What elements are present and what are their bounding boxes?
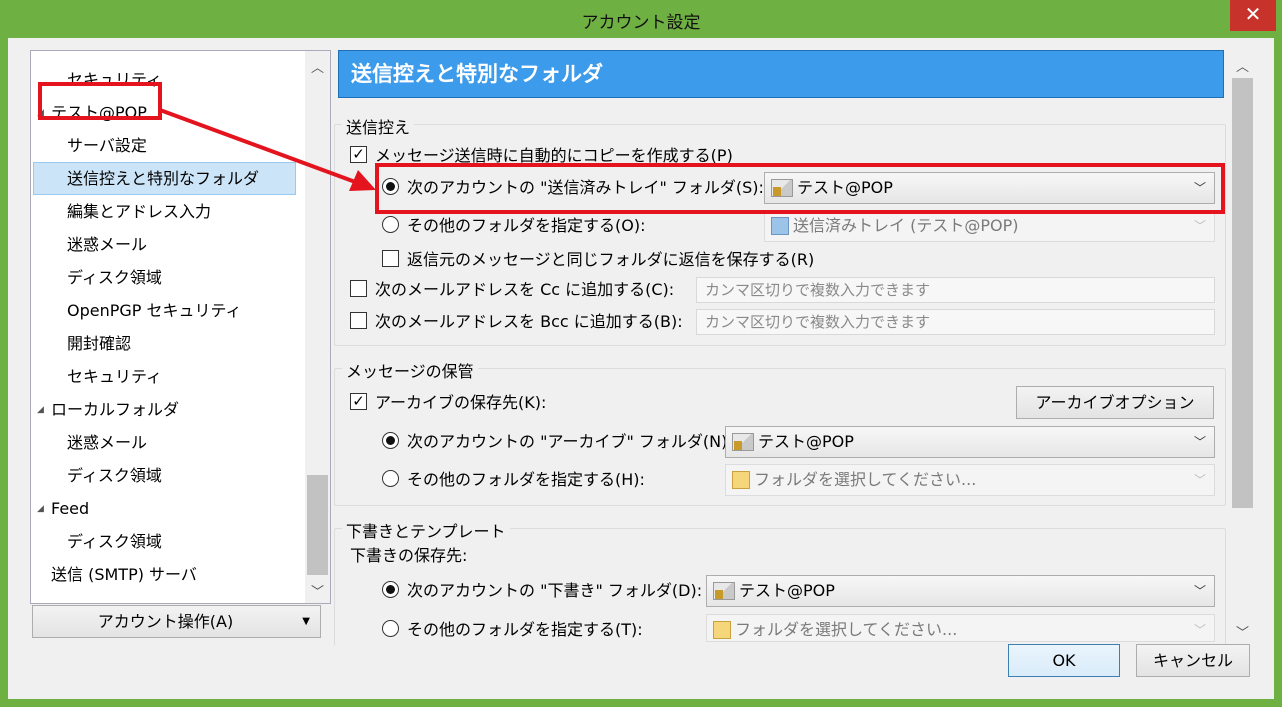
annotation-arrow: [159, 108, 376, 191]
account-settings-window: アカウント設定 ✕ セキュリティ ◢ テスト@POP サーバ設定 送信控えと特別な…: [0, 0, 1282, 707]
